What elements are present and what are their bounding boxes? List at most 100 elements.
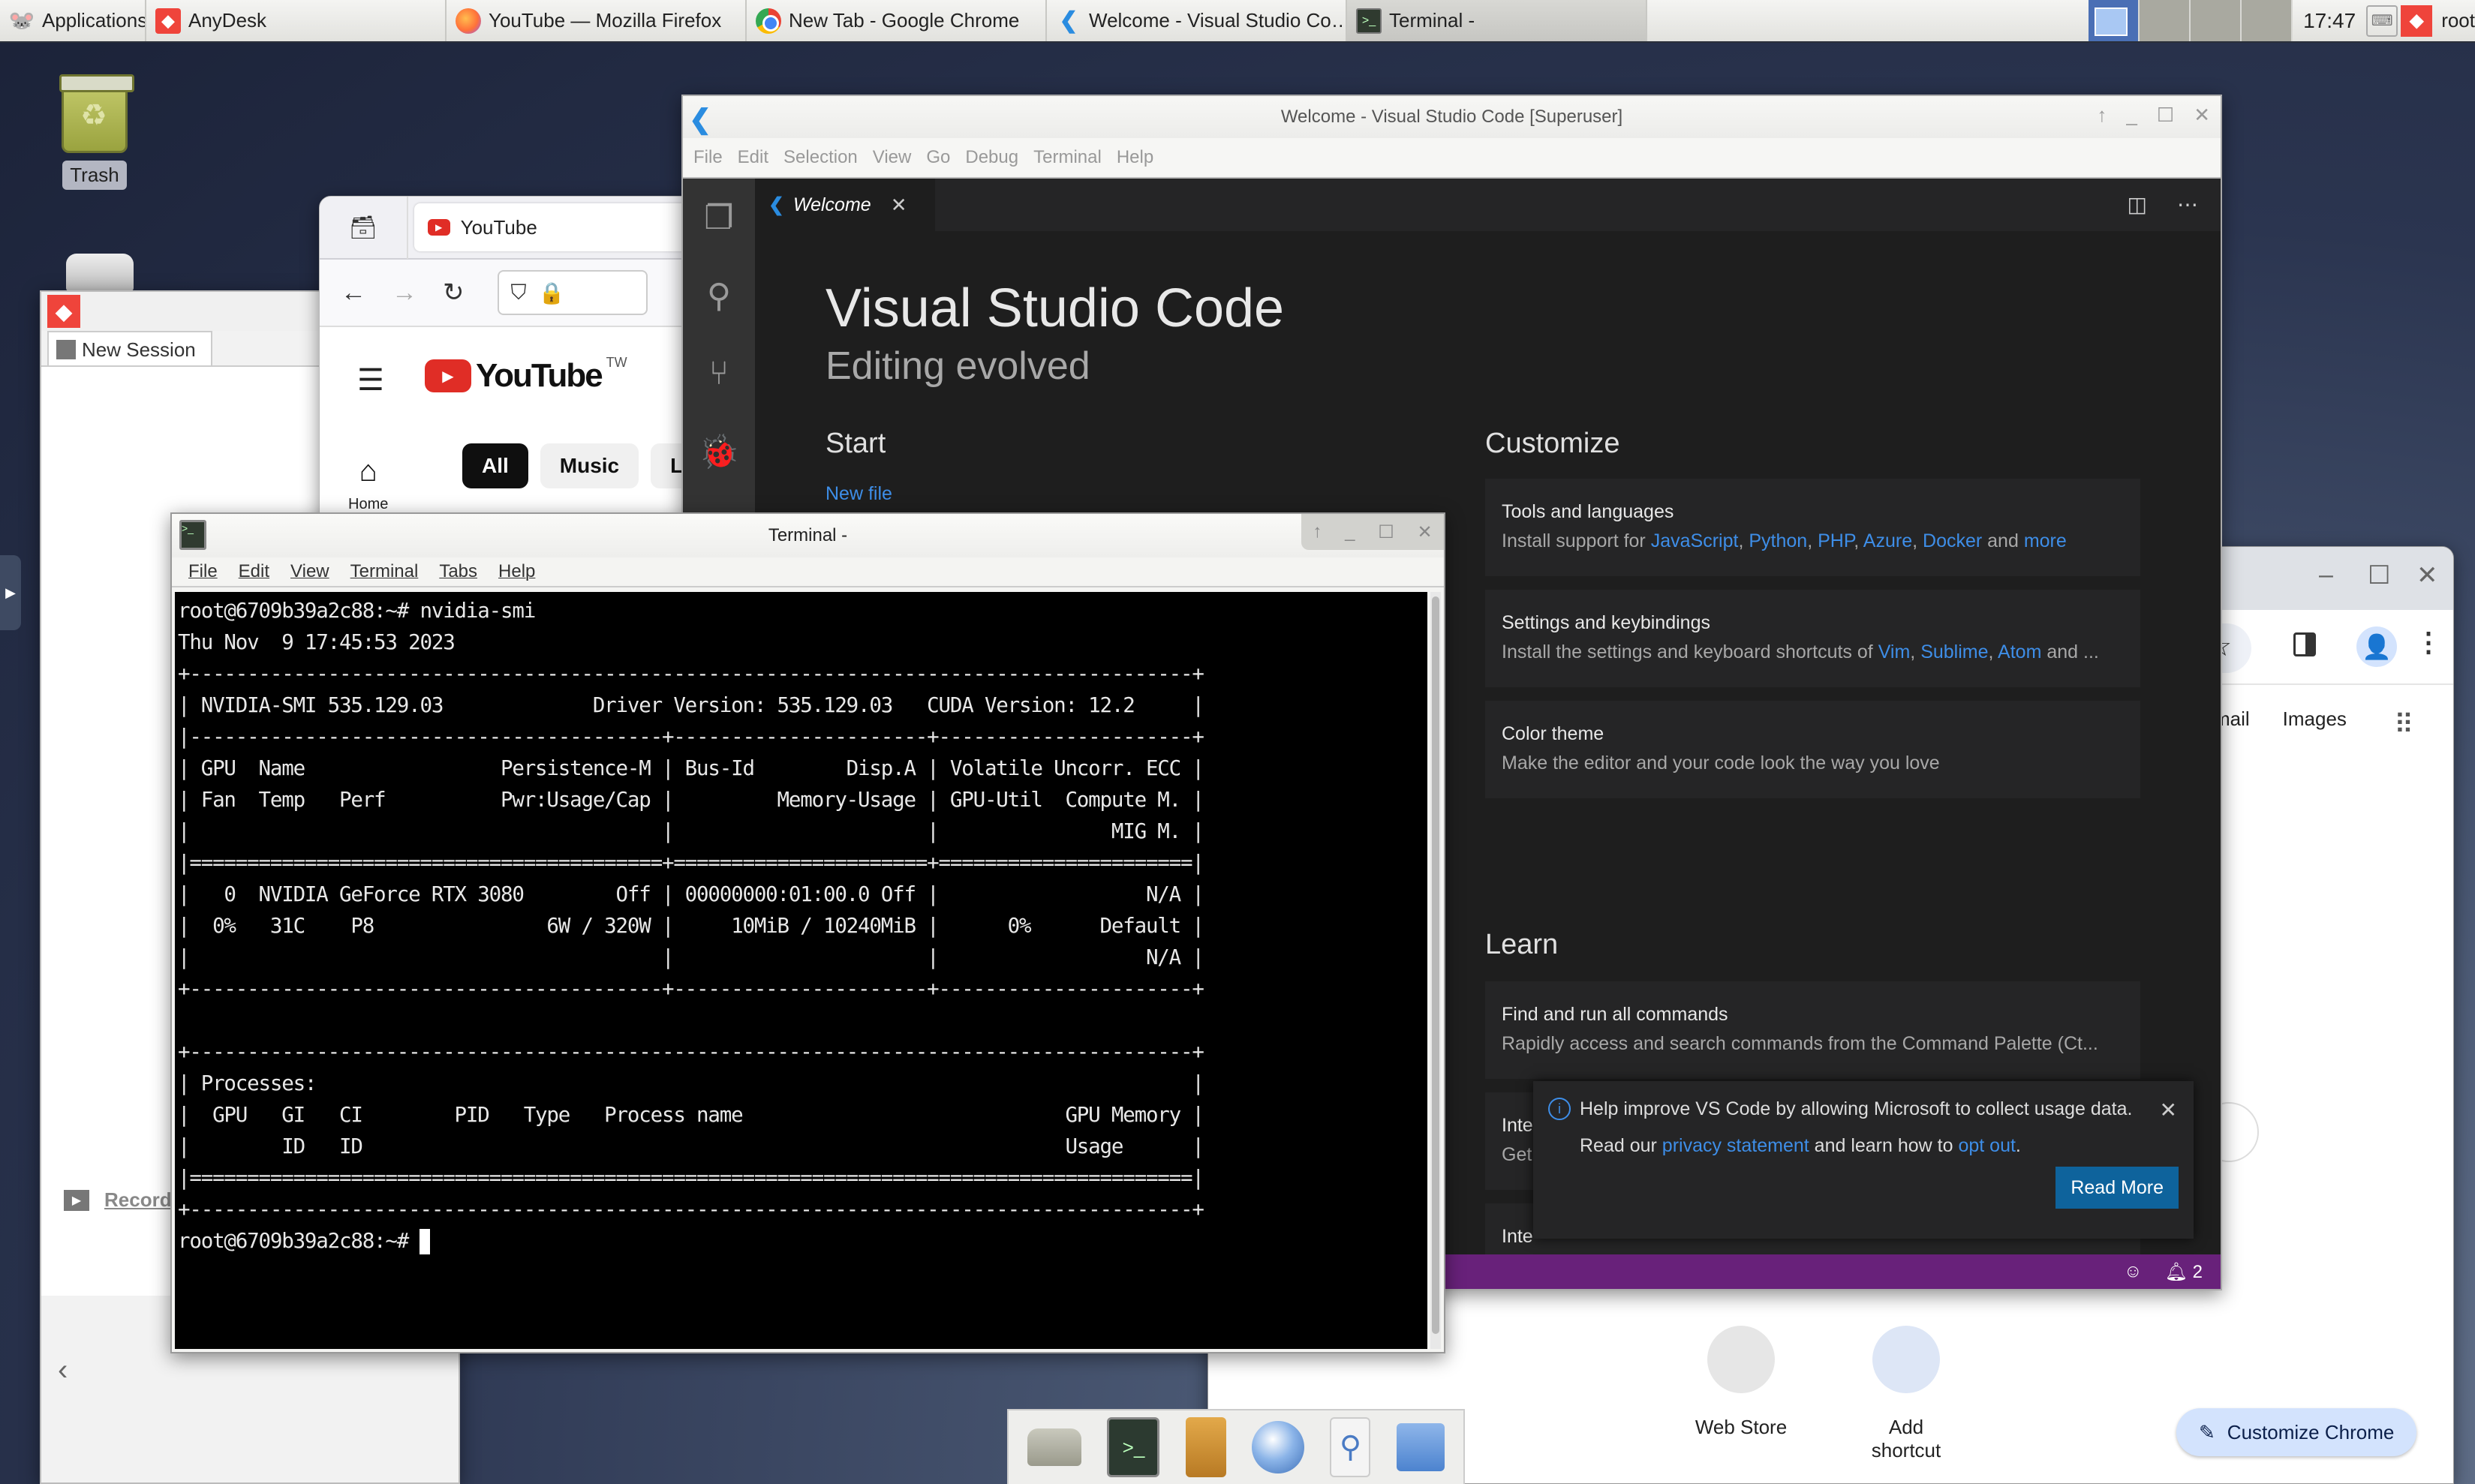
notifications-bell[interactable]: 🔔︎ 2 (2165, 1261, 2203, 1283)
shade-icon[interactable]: ↑ (1313, 521, 1322, 542)
side-panel-icon[interactable] (2293, 632, 2316, 656)
menu-terminal[interactable]: Terminal (350, 561, 419, 582)
menu-file[interactable]: File (693, 147, 723, 168)
split-editor-icon[interactable]: ◫ (2128, 192, 2147, 217)
scrollbar-thumb[interactable] (1432, 596, 1439, 1334)
menu-edit[interactable]: Edit (239, 561, 269, 582)
reload-icon[interactable]: ↻ (443, 278, 465, 308)
close-tab-icon[interactable]: ✕ (891, 194, 907, 217)
sublime-link[interactable]: Sublime (1920, 641, 1988, 662)
python-link[interactable]: Python (1749, 530, 1807, 551)
keyboard-layout-icon[interactable]: ⌨ (2366, 5, 2398, 37)
explorer-icon[interactable]: ❐ (683, 179, 755, 257)
menu-debug[interactable]: Debug (965, 147, 1018, 168)
javascript-link[interactable]: JavaScript (1651, 530, 1739, 551)
maximize-icon[interactable]: ☐ (2157, 104, 2174, 127)
profile-avatar-icon[interactable]: 👤 (2356, 626, 2397, 667)
shield-icon[interactable]: ⛉ (511, 281, 527, 305)
card-settings-keybindings[interactable]: Settings and keybindings Install the set… (1485, 590, 2140, 687)
menu-edit[interactable]: Edit (738, 147, 768, 168)
chip-all[interactable]: All (462, 443, 528, 488)
tab-new-session[interactable]: New Session (47, 331, 212, 367)
menu-terminal[interactable]: Terminal (1033, 147, 1102, 168)
search-icon[interactable]: ⚲ (683, 257, 755, 335)
nav-home[interactable]: ⌂ Home (348, 455, 388, 513)
workspace-4[interactable] (2242, 0, 2293, 41)
privacy-statement-link[interactable]: privacy statement (1662, 1135, 1809, 1156)
source-control-icon[interactable]: ⑂ (683, 335, 755, 413)
more-actions-icon[interactable]: ⋯ (2177, 192, 2198, 217)
back-icon[interactable]: ← (341, 278, 366, 308)
user-menu[interactable]: root (2432, 9, 2475, 32)
workspace-3[interactable] (2191, 0, 2242, 41)
tab-youtube[interactable]: ▶ YouTube (414, 203, 708, 251)
minimize-icon[interactable]: – (2319, 560, 2333, 590)
docker-link[interactable]: Docker (1923, 530, 1982, 551)
desktop-icon-filesystem[interactable] (66, 254, 134, 291)
hamburger-menu-icon[interactable]: ☰ (357, 363, 384, 398)
shortcut-web-store[interactable]: Web Store (1689, 1326, 1794, 1462)
terminal-icon[interactable]: >_ (1107, 1417, 1160, 1477)
lock-icon[interactable]: 🔒 (539, 281, 565, 305)
side-panel-handle[interactable]: ▶ (0, 555, 21, 630)
taskbar-item-firefox[interactable]: YouTube — Mozilla Firefox (447, 0, 747, 41)
menu-view[interactable]: View (290, 561, 329, 582)
menu-view[interactable]: View (873, 147, 912, 168)
youtube-logo[interactable]: ▶ YouTube TW (425, 355, 627, 395)
workspace-2[interactable] (2140, 0, 2191, 41)
shortcut-add[interactable]: Add shortcut (1854, 1326, 1959, 1462)
menu-help[interactable]: Help (498, 561, 535, 582)
taskbar-item-vscode[interactable]: ❮ Welcome - Visual Studio Co… (1047, 0, 1347, 41)
opt-out-link[interactable]: opt out (1958, 1135, 2015, 1156)
tab-list-icon[interactable]: 🗃 (320, 197, 408, 259)
tab-welcome[interactable]: ❮ Welcome ✕ (755, 179, 935, 231)
close-icon[interactable]: ✕ (1418, 521, 1433, 543)
php-link[interactable]: PHP (1818, 530, 1854, 551)
images-link[interactable]: Images (2283, 707, 2347, 731)
drive-icon[interactable] (1027, 1428, 1082, 1466)
menu-file[interactable]: File (188, 561, 218, 582)
card-tools-languages[interactable]: Tools and languages Install support for … (1485, 479, 2140, 576)
minimize-icon[interactable]: _ (2126, 104, 2137, 127)
applications-menu[interactable]: 🐭 Applications (0, 0, 146, 41)
clock[interactable]: 17:47 (2293, 9, 2366, 33)
anydesk-tray-icon[interactable]: ◆ (2401, 5, 2433, 37)
apps-grid-icon[interactable]: ⠿ (2394, 709, 2413, 740)
minimize-icon[interactable]: _ (1345, 521, 1355, 542)
azure-link[interactable]: Azure (1863, 530, 1912, 551)
maximize-icon[interactable]: ☐ (1378, 521, 1394, 543)
more-menu-icon[interactable]: ⋮ (2415, 626, 2442, 658)
menu-help[interactable]: Help (1117, 147, 1153, 168)
chip-music[interactable]: Music (540, 443, 639, 488)
taskbar-item-anydesk[interactable]: ◆ AnyDesk (146, 0, 447, 41)
search-document-icon[interactable]: ⚲ (1330, 1417, 1371, 1477)
new-file-link[interactable]: New file (826, 483, 892, 505)
card-find-commands[interactable]: Find and run all commands Rapidly access… (1485, 981, 2140, 1079)
terminal-scrollbar[interactable] (1430, 592, 1441, 1349)
taskbar-item-terminal[interactable]: >_ Terminal - (1347, 0, 1647, 41)
terminal-output[interactable]: root@6709b39a2c88:~# nvidia-smi Thu Nov … (175, 592, 1427, 1349)
debug-icon[interactable]: 🐞 (683, 413, 755, 491)
feedback-smiley-icon[interactable]: ☺ (2124, 1261, 2143, 1282)
folder-icon[interactable] (1396, 1423, 1445, 1471)
close-icon[interactable]: ✕ (2194, 104, 2210, 127)
menu-selection[interactable]: Selection (783, 147, 858, 168)
record-link[interactable]: Record (104, 1188, 172, 1212)
close-icon[interactable]: ✕ (2416, 560, 2438, 590)
card-color-theme[interactable]: Color theme Make the editor and your cod… (1485, 701, 2140, 798)
more-link[interactable]: more (2024, 530, 2067, 551)
taskbar-item-chrome[interactable]: New Tab - Google Chrome (747, 0, 1047, 41)
file-cabinet-icon[interactable] (1185, 1417, 1226, 1477)
maximize-icon[interactable]: ☐ (2368, 560, 2390, 590)
shade-icon[interactable]: ↑ (2097, 104, 2107, 127)
read-more-button[interactable]: Read More (2055, 1167, 2179, 1209)
workspace-1[interactable] (2089, 0, 2140, 41)
atom-link[interactable]: Atom (1998, 641, 2041, 662)
record-item[interactable]: ▶ Record (64, 1188, 172, 1212)
menu-tabs[interactable]: Tabs (439, 561, 477, 582)
chevron-left-icon[interactable]: ‹ (58, 1353, 68, 1387)
customize-chrome-button[interactable]: ✎ Customize Chrome (2176, 1408, 2417, 1456)
url-bar[interactable]: ⛉ 🔒 (497, 270, 648, 315)
desktop-icon-trash[interactable]: Trash (59, 74, 134, 190)
menu-go[interactable]: Go (926, 147, 950, 168)
